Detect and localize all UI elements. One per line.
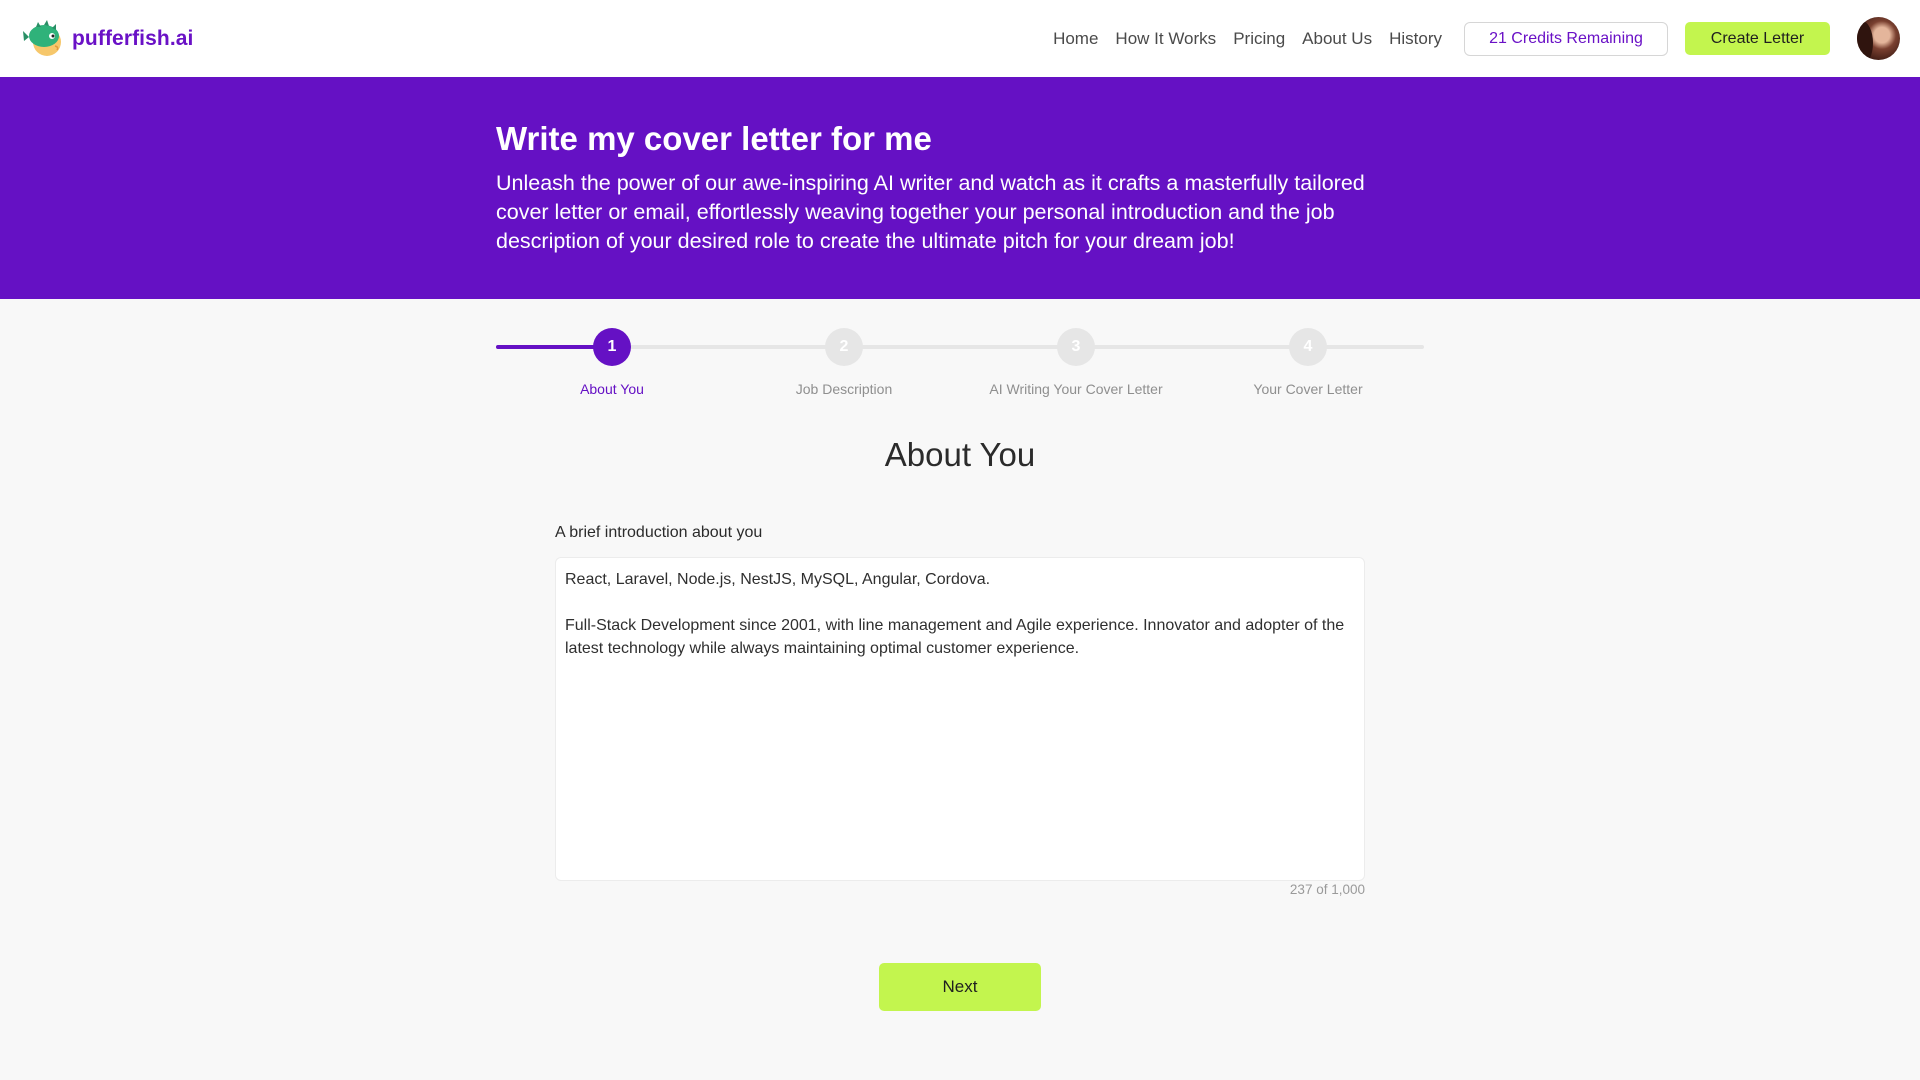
main-nav: Home How It Works Pricing About Us Histo…	[1053, 17, 1900, 60]
brand-name: pufferfish.ai	[72, 26, 194, 50]
next-button[interactable]: Next	[879, 963, 1041, 1011]
step-label: Job Description	[795, 381, 893, 397]
intro-field-label: A brief introduction about you	[555, 524, 763, 541]
hero-content: Write my cover letter for me Unleash the…	[496, 119, 1406, 256]
step-label: AI Writing Your Cover Letter	[989, 381, 1163, 397]
nav-link-home[interactable]: Home	[1053, 29, 1098, 49]
step-ai-writing[interactable]: 3 AI Writing Your Cover Letter	[960, 328, 1192, 397]
step-number-badge: 3	[1057, 328, 1095, 366]
nav-link-pricing[interactable]: Pricing	[1233, 29, 1285, 49]
nav-link-how-it-works[interactable]: How It Works	[1115, 29, 1216, 49]
step-number-badge: 1	[593, 328, 631, 366]
step-number-badge: 2	[825, 328, 863, 366]
top-navbar: pufferfish.ai Home How It Works Pricing …	[0, 0, 1920, 77]
step-label: Your Cover Letter	[1253, 381, 1363, 397]
hero-subtitle: Unleash the power of our awe-inspiring A…	[496, 170, 1365, 253]
nav-link-history[interactable]: History	[1389, 29, 1442, 49]
step-about-you[interactable]: 1 About You	[496, 328, 728, 397]
hero-banner: Write my cover letter for me Unleash the…	[0, 77, 1920, 299]
step-job-description[interactable]: 2 Job Description	[728, 328, 960, 397]
section-title: About You	[884, 436, 1036, 473]
step-label: About You	[580, 381, 644, 397]
character-counter: 237 of 1,000	[1289, 882, 1365, 897]
hero-title: Write my cover letter for me	[496, 120, 932, 157]
intro-textarea[interactable]: React, Laravel, Node.js, NestJS, MySQL, …	[555, 557, 1365, 881]
brand-logo-link[interactable]: pufferfish.ai	[22, 19, 193, 59]
credits-remaining-button[interactable]: 21 Credits Remaining	[1464, 21, 1668, 56]
step-your-cover-letter[interactable]: 4 Your Cover Letter	[1192, 328, 1424, 397]
user-avatar[interactable]	[1857, 17, 1900, 60]
nav-link-about-us[interactable]: About Us	[1302, 29, 1372, 49]
step-number-badge: 4	[1289, 328, 1327, 366]
progress-stepper: 1 About You 2 Job Description 3 AI Writi…	[496, 328, 1424, 398]
create-letter-button[interactable]: Create Letter	[1685, 22, 1830, 55]
pufferfish-logo-icon	[22, 19, 66, 59]
